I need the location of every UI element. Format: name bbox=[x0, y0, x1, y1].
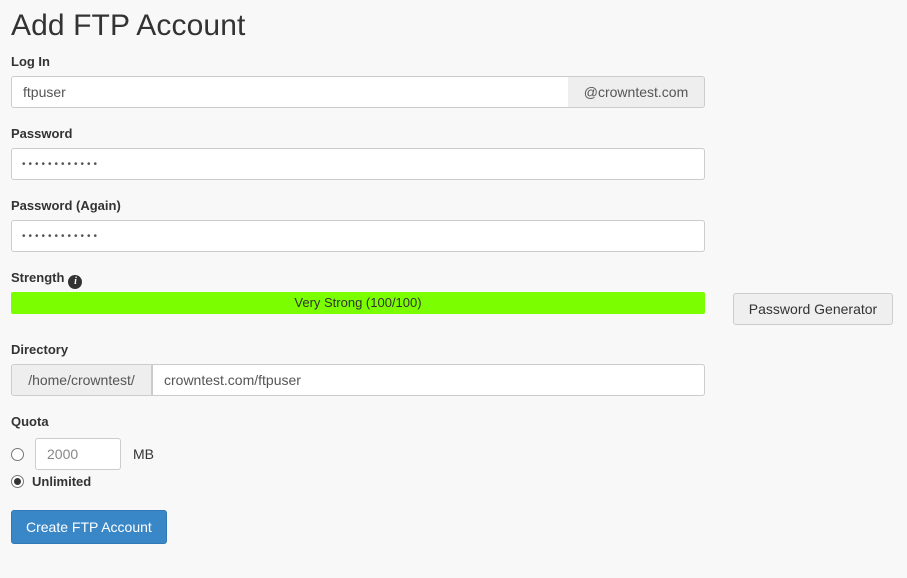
info-icon[interactable]: i bbox=[68, 275, 83, 289]
quota-unit-label: MB bbox=[133, 446, 154, 462]
quota-limited-row: MB bbox=[11, 438, 154, 470]
directory-path-prefix: /home/crowntest/ bbox=[11, 364, 152, 396]
footer-spacer bbox=[0, 550, 907, 578]
quota-amount-input[interactable] bbox=[35, 438, 121, 470]
add-ftp-account-page: Add FTP Account Log In @crowntest.com Pa… bbox=[0, 0, 907, 578]
password-input[interactable] bbox=[11, 148, 705, 180]
login-label: Log In bbox=[11, 54, 50, 69]
quota-unlimited-row: Unlimited bbox=[11, 472, 91, 490]
password-strength-text: Very Strong (100/100) bbox=[294, 295, 422, 310]
password-label: Password bbox=[11, 126, 73, 141]
quota-unlimited-label[interactable]: Unlimited bbox=[32, 474, 91, 489]
strength-label-text: Strength bbox=[11, 270, 65, 285]
login-input[interactable] bbox=[11, 76, 569, 108]
directory-label: Directory bbox=[11, 342, 69, 357]
create-ftp-account-button[interactable]: Create FTP Account bbox=[11, 510, 167, 544]
login-domain-suffix: @crowntest.com bbox=[568, 76, 705, 108]
password-generator-button[interactable]: Password Generator bbox=[733, 293, 893, 325]
strength-label: Strength i bbox=[11, 270, 83, 289]
password-again-label: Password (Again) bbox=[11, 198, 121, 213]
password-strength-meter: Very Strong (100/100) bbox=[11, 292, 705, 314]
directory-input[interactable] bbox=[152, 364, 705, 396]
password-again-input[interactable] bbox=[11, 220, 705, 252]
quota-label: Quota bbox=[11, 414, 49, 429]
quota-limited-radio[interactable] bbox=[11, 447, 24, 461]
quota-unlimited-radio[interactable] bbox=[11, 474, 24, 488]
page-title: Add FTP Account bbox=[11, 9, 246, 42]
